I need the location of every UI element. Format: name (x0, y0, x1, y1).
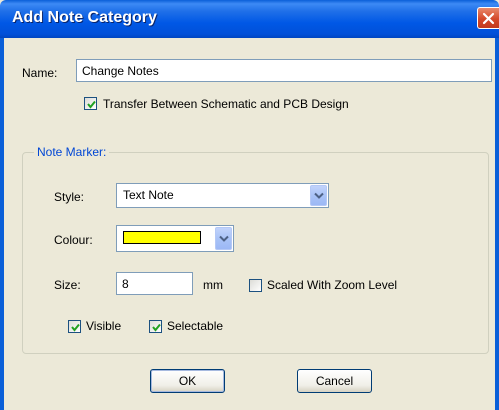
ok-button[interactable]: OK (150, 369, 225, 393)
colour-dropdown[interactable] (116, 225, 234, 252)
style-selected-value: Text Note (123, 188, 174, 202)
colour-label: Colour: (54, 233, 93, 247)
visible-label: Visible (86, 319, 122, 333)
transfer-checkbox[interactable] (84, 97, 97, 110)
checkmark-icon (87, 100, 96, 109)
name-label: Name: (22, 66, 58, 80)
checkmark-icon (71, 323, 80, 332)
note-marker-legend: Note Marker: (34, 145, 110, 159)
style-dropdown-button[interactable] (310, 185, 327, 206)
colour-swatch (123, 231, 201, 244)
size-unit: mm (203, 278, 223, 292)
selectable-checkbox[interactable] (149, 320, 162, 333)
size-input[interactable] (116, 272, 193, 295)
title-bar[interactable]: Add Note Category (0, 0, 499, 38)
close-icon (482, 12, 495, 25)
cancel-button[interactable]: Cancel (297, 369, 372, 393)
visible-checkbox[interactable] (68, 320, 81, 333)
name-input[interactable] (76, 59, 492, 82)
scaled-zoom-label: Scaled With Zoom Level (267, 278, 398, 292)
window-frame-right (495, 38, 499, 410)
close-button[interactable] (477, 7, 499, 29)
window-title: Add Note Category (12, 9, 157, 26)
colour-dropdown-button[interactable] (215, 227, 232, 250)
scaled-zoom-checkbox[interactable] (249, 279, 262, 292)
size-label: Size: (54, 278, 81, 292)
window-frame-left (0, 38, 4, 410)
chevron-down-icon (219, 235, 229, 242)
selectable-label: Selectable (167, 319, 224, 333)
checkmark-icon (152, 323, 161, 332)
chevron-down-icon (314, 192, 324, 199)
style-label: Style: (54, 190, 85, 204)
transfer-label: Transfer Between Schematic and PCB Desig… (103, 97, 349, 111)
style-dropdown[interactable]: Text Note (116, 183, 329, 208)
add-note-category-dialog: Add Note Category Name: Transfer Between… (0, 0, 499, 410)
